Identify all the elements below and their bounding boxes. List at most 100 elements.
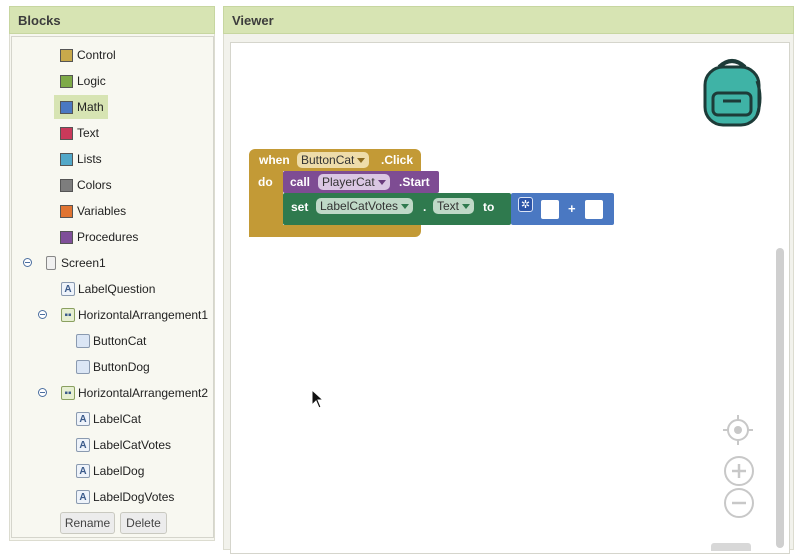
label-icon: A <box>76 464 90 478</box>
drawer-label: Variables <box>77 204 127 218</box>
event-name-label: .Click <box>381 153 414 167</box>
label-icon: A <box>61 282 75 296</box>
call-label: call <box>290 175 311 189</box>
drawer-label: Colors <box>77 178 112 192</box>
drawer-variables[interactable]: Variables <box>60 201 126 221</box>
math-input-slot-2[interactable] <box>585 200 603 219</box>
tree-item-label: ButtonCat <box>93 334 147 348</box>
drawer-math[interactable]: Math <box>54 95 108 119</box>
arrangement-icon: ▪▪ <box>61 386 75 400</box>
logic-swatch-icon <box>60 74 73 88</box>
blocks-panel-header: Blocks <box>9 6 215 34</box>
set-property-dropdown[interactable]: Text <box>433 198 475 214</box>
event-block-footer[interactable] <box>249 225 421 237</box>
chevron-down-icon <box>377 180 386 186</box>
control-swatch-icon <box>60 48 73 62</box>
tree-item-label: LabelCat <box>93 412 142 426</box>
lists-swatch-icon <box>60 152 73 166</box>
tree-item-labelcatvotes[interactable]: A LabelCatVotes <box>76 435 171 455</box>
button-icon <box>76 360 90 374</box>
math-swatch-icon <box>60 100 73 114</box>
tree-item-labeldog[interactable]: A LabelDog <box>76 461 144 481</box>
call-component-text: PlayerCat <box>322 175 375 189</box>
set-label: set <box>291 200 309 214</box>
tree-item-labeldogvotes[interactable]: A LabelDogVotes <box>76 487 174 507</box>
drawer-lists[interactable]: Lists <box>60 149 102 169</box>
backpack-icon[interactable] <box>697 53 767 129</box>
tree-item-label: HorizontalArrangement1 <box>78 308 209 322</box>
tree-item-label: LabelDog <box>93 464 145 478</box>
viewer-panel: when ButtonCat .Click do call PlayerCat … <box>223 34 794 554</box>
set-component-dropdown[interactable]: LabelCatVotes <box>316 198 414 214</box>
tree-item-labelcat[interactable]: A LabelCat <box>76 409 141 429</box>
tree-item-label: Screen1 <box>61 256 106 270</box>
tree-item-horizontalarrangement2[interactable]: ▪▪ HorizontalArrangement2 <box>61 383 208 403</box>
text-swatch-icon <box>60 126 73 140</box>
zoom-in-icon[interactable] <box>723 455 755 487</box>
event-block-header[interactable]: when ButtonCat .Click <box>249 149 421 171</box>
drawer-procedures[interactable]: Procedures <box>60 227 138 247</box>
chevron-down-icon <box>401 204 410 210</box>
drawer-logic[interactable]: Logic <box>60 71 106 91</box>
variables-swatch-icon <box>60 204 73 218</box>
chevron-down-icon <box>357 158 366 164</box>
call-method-label: .Start <box>399 175 430 189</box>
tree-item-buttoncat[interactable]: ButtonCat <box>76 331 146 351</box>
mutator-gear-icon[interactable]: ✲ <box>518 197 533 212</box>
zoom-out-icon[interactable] <box>723 487 755 519</box>
tree-item-labelquestion[interactable]: A LabelQuestion <box>61 279 155 299</box>
colors-swatch-icon <box>60 178 73 192</box>
collapse-horizontalarrangement1-icon[interactable] <box>38 310 47 319</box>
label-icon: A <box>76 438 90 452</box>
screen-icon <box>46 256 56 270</box>
tree-item-label: LabelCatVotes <box>93 438 172 452</box>
label-icon: A <box>76 490 90 504</box>
rename-button[interactable]: Rename <box>60 512 115 534</box>
math-operator-label: + <box>568 201 576 216</box>
viewer-title: Viewer <box>232 13 274 28</box>
drawer-label: Control <box>77 48 116 62</box>
set-component-text: LabelCatVotes <box>320 199 399 213</box>
blocks-title: Blocks <box>18 13 61 28</box>
collapse-horizontalarrangement2-icon[interactable] <box>38 388 47 397</box>
math-add-block[interactable]: ✲ + <box>511 193 614 225</box>
viewer-panel-header: Viewer <box>223 6 794 34</box>
vertical-scrollbar[interactable] <box>776 248 784 548</box>
drawer-label: Text <box>77 126 100 140</box>
drawer-label: Lists <box>77 152 102 166</box>
procedures-swatch-icon <box>60 230 73 244</box>
call-component-dropdown[interactable]: PlayerCat <box>318 174 390 190</box>
blocks-tree[interactable]: Control Logic Math Text Lists Colors Var… <box>11 36 214 538</box>
call-block-playercat-start[interactable]: call PlayerCat .Start <box>283 171 439 193</box>
blocks-panel: Control Logic Math Text Lists Colors Var… <box>9 34 215 541</box>
mouse-cursor-icon <box>311 389 325 409</box>
drawer-label: Procedures <box>77 230 139 244</box>
math-input-slot-1[interactable] <box>541 200 559 219</box>
drawer-text[interactable]: Text <box>60 123 99 143</box>
drawer-label: Math <box>77 100 104 114</box>
tree-item-label: HorizontalArrangement2 <box>78 386 209 400</box>
set-property-text: Text <box>437 199 460 213</box>
event-component-text: ButtonCat <box>301 153 355 167</box>
tree-item-label: LabelQuestion <box>78 282 156 296</box>
blocks-workspace[interactable]: when ButtonCat .Click do call PlayerCat … <box>230 42 790 554</box>
set-to-label: to <box>483 200 495 214</box>
tree-item-screen1[interactable]: Screen1 <box>46 253 106 273</box>
tree-item-horizontalarrangement1[interactable]: ▪▪ HorizontalArrangement1 <box>61 305 208 325</box>
arrangement-icon: ▪▪ <box>61 308 75 322</box>
drawer-colors[interactable]: Colors <box>60 175 112 195</box>
drawer-control[interactable]: Control <box>60 45 116 65</box>
drawer-label: Logic <box>77 74 106 88</box>
delete-button[interactable]: Delete <box>120 512 167 534</box>
set-block-labelcatvotes-text[interactable]: set LabelCatVotes . Text to <box>283 193 511 225</box>
tree-item-buttondog[interactable]: ButtonDog <box>76 357 150 377</box>
set-dot-label: . <box>423 200 427 214</box>
collapse-screen1-icon[interactable] <box>23 258 32 267</box>
event-component-dropdown[interactable]: ButtonCat <box>297 152 370 168</box>
button-icon <box>76 334 90 348</box>
label-icon: A <box>76 412 90 426</box>
event-when-label: when <box>259 153 290 167</box>
event-do-label: do <box>258 175 273 189</box>
recenter-icon[interactable] <box>723 415 753 445</box>
tree-item-label: ButtonDog <box>93 360 150 374</box>
